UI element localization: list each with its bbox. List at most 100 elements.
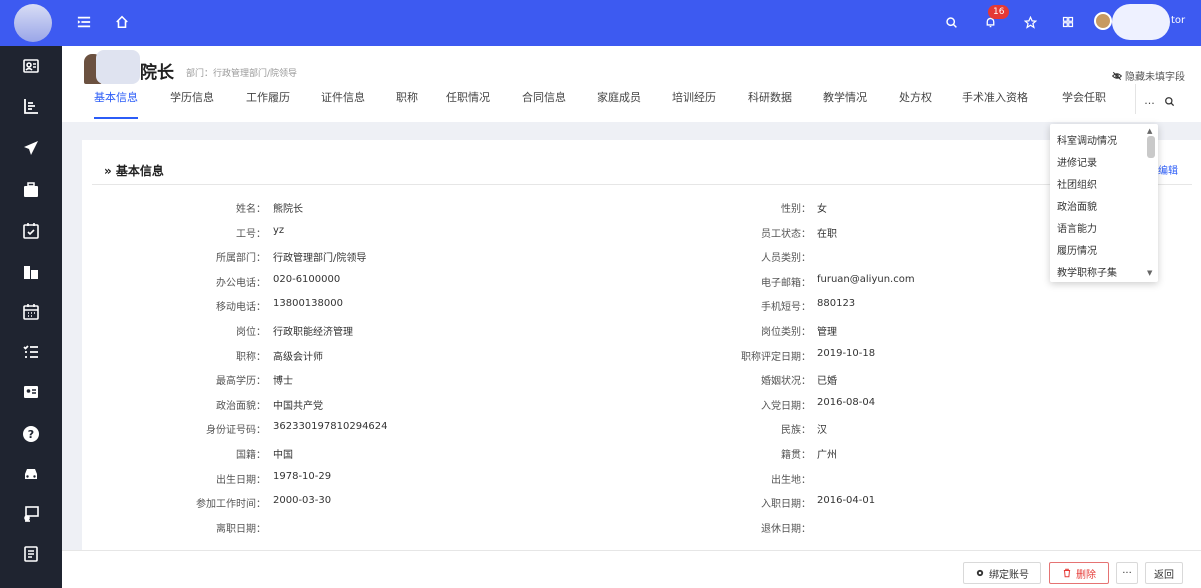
calendar-check-icon[interactable] xyxy=(21,221,41,241)
tab-more-button[interactable]: ... xyxy=(1135,84,1163,114)
help-icon[interactable]: ? xyxy=(21,424,41,444)
tab-training[interactable]: 培训经历 xyxy=(672,86,716,119)
more-tabs-dropdown: 科室调动情况 进修记录 社团组织 政治面貌 语言能力 履历情况 教学职称子集 ▲… xyxy=(1050,124,1158,282)
field-label: 入党日期： xyxy=(761,401,811,412)
scroll-down-arrow-icon[interactable]: ▼ xyxy=(1147,269,1152,277)
tab-surgery-access[interactable]: 手术准入资格 xyxy=(962,86,1028,119)
field-value: 行政职能经济管理 xyxy=(273,327,353,338)
edit-link[interactable]: 编辑 xyxy=(1158,162,1178,177)
star-icon[interactable] xyxy=(1020,12,1040,32)
user-name[interactable]: tor xyxy=(1171,15,1185,26)
menu-toggle-icon[interactable] xyxy=(74,12,94,32)
field-label: 职称评定日期： xyxy=(741,352,811,363)
top-bar: 16 tor xyxy=(0,0,1201,46)
profile-title: 院长 xyxy=(140,63,174,83)
section-divider xyxy=(92,184,1192,185)
field-label: 岗位类别： xyxy=(761,327,811,338)
hide-empty-fields-toggle[interactable]: 隐藏未填字段 xyxy=(1111,68,1185,83)
home-icon[interactable] xyxy=(112,12,132,32)
dropdown-item[interactable]: 语言能力 xyxy=(1057,220,1097,235)
trash-icon xyxy=(1063,568,1071,578)
gear-icon xyxy=(976,569,984,577)
field-value: 中国共产党 xyxy=(273,401,323,412)
profile-name-blurred xyxy=(96,50,140,84)
field-label: 所属部门： xyxy=(216,253,266,264)
chart-icon[interactable] xyxy=(21,96,41,116)
scroll-up-arrow-icon[interactable]: ▲ xyxy=(1147,127,1152,135)
dropdown-item[interactable]: 教学职称子集 xyxy=(1057,264,1117,279)
paper-plane-icon[interactable] xyxy=(21,138,41,158)
field-label: 性别： xyxy=(781,204,811,215)
delete-label: 删除 xyxy=(1076,569,1096,581)
tab-job-title[interactable]: 职称 xyxy=(396,86,418,119)
field-label: 政治面貌： xyxy=(216,401,266,412)
tab-work-history[interactable]: 工作履历 xyxy=(246,86,290,119)
dropdown-item[interactable]: 社团组织 xyxy=(1057,176,1097,191)
contact-card-icon[interactable] xyxy=(21,382,41,402)
field-value: 2000-03-30 xyxy=(273,495,332,506)
tab-contracts[interactable]: 合同信息 xyxy=(522,86,566,119)
id-card-icon[interactable] xyxy=(21,56,41,76)
hide-empty-fields-label: 隐藏未填字段 xyxy=(1125,72,1185,83)
field-value: furuan@aliyun.com xyxy=(817,274,915,285)
tab-teaching[interactable]: 教学情况 xyxy=(823,86,867,119)
dropdown-item[interactable]: 履历情况 xyxy=(1057,242,1097,257)
tab-society-positions[interactable]: 学会任职 xyxy=(1062,86,1106,119)
apps-grid-icon[interactable] xyxy=(1058,12,1078,32)
field-value: 博士 xyxy=(273,376,293,387)
field-label: 籍贯： xyxy=(781,450,811,461)
field-value: 高级会计师 xyxy=(273,352,323,363)
tab-education[interactable]: 学历信息 xyxy=(170,86,214,119)
tab-appointments[interactable]: 任职情况 xyxy=(446,86,490,119)
bind-account-button[interactable]: 绑定账号 xyxy=(963,562,1041,584)
field-label: 出生地： xyxy=(771,475,811,486)
field-label: 职称： xyxy=(236,352,266,363)
user-avatar[interactable] xyxy=(1094,12,1112,30)
eye-off-icon xyxy=(1111,71,1122,81)
buildings-icon[interactable] xyxy=(21,262,41,282)
field-value: 在职 xyxy=(817,229,837,240)
field-label: 姓名： xyxy=(236,204,266,215)
field-label: 出生日期： xyxy=(216,475,266,486)
document-list-icon[interactable] xyxy=(21,544,41,564)
field-value: 880123 xyxy=(817,298,856,309)
tab-search-icon[interactable] xyxy=(1164,96,1175,110)
more-actions-button[interactable]: ··· xyxy=(1116,562,1138,584)
field-label: 电子邮箱： xyxy=(761,278,811,289)
tab-research[interactable]: 科研数据 xyxy=(748,86,792,119)
field-value: 020-6100000 xyxy=(273,274,341,285)
field-value: 1978-10-29 xyxy=(273,471,332,482)
field-label: 国籍： xyxy=(236,450,266,461)
back-button[interactable]: 返回 xyxy=(1145,562,1183,584)
section-title: » 基本信息 xyxy=(104,164,164,178)
dropdown-item[interactable]: 进修记录 xyxy=(1057,154,1097,169)
field-value: 女 xyxy=(817,204,827,215)
dropdown-item[interactable]: 科室调动情况 xyxy=(1057,132,1117,147)
tab-family[interactable]: 家庭成员 xyxy=(597,86,641,119)
tab-certificates[interactable]: 证件信息 xyxy=(321,86,365,119)
user-name-blurred[interactable] xyxy=(1112,4,1170,40)
field-value: yz xyxy=(273,225,285,236)
app-logo[interactable] xyxy=(14,4,52,42)
field-label: 最高学历： xyxy=(216,376,266,387)
tab-basic-info[interactable]: 基本信息 xyxy=(94,86,138,119)
field-value: 362330197810294624 xyxy=(273,421,388,432)
calendar-icon[interactable] xyxy=(21,302,41,322)
profile-department: 部门：行政管理部门/院领导 xyxy=(186,69,298,79)
briefcase-icon[interactable] xyxy=(21,180,41,200)
field-label: 民族： xyxy=(781,425,811,436)
field-label: 离职日期： xyxy=(216,524,266,535)
field-label: 手机短号： xyxy=(761,302,811,313)
dropdown-item[interactable]: 政治面貌 xyxy=(1057,198,1097,213)
field-label: 身份证号码： xyxy=(206,425,266,436)
field-value: 广州 xyxy=(817,450,837,461)
field-value: 熊院长 xyxy=(273,204,303,215)
presentation-icon[interactable] xyxy=(21,504,41,524)
car-icon[interactable] xyxy=(21,464,41,484)
dropdown-scrollbar-thumb[interactable] xyxy=(1147,136,1155,158)
tab-prescription[interactable]: 处方权 xyxy=(899,86,932,119)
delete-button[interactable]: 删除 xyxy=(1049,562,1109,584)
field-value: 2016-08-04 xyxy=(817,397,876,408)
search-icon[interactable] xyxy=(941,12,961,32)
list-check-icon[interactable] xyxy=(21,342,41,362)
